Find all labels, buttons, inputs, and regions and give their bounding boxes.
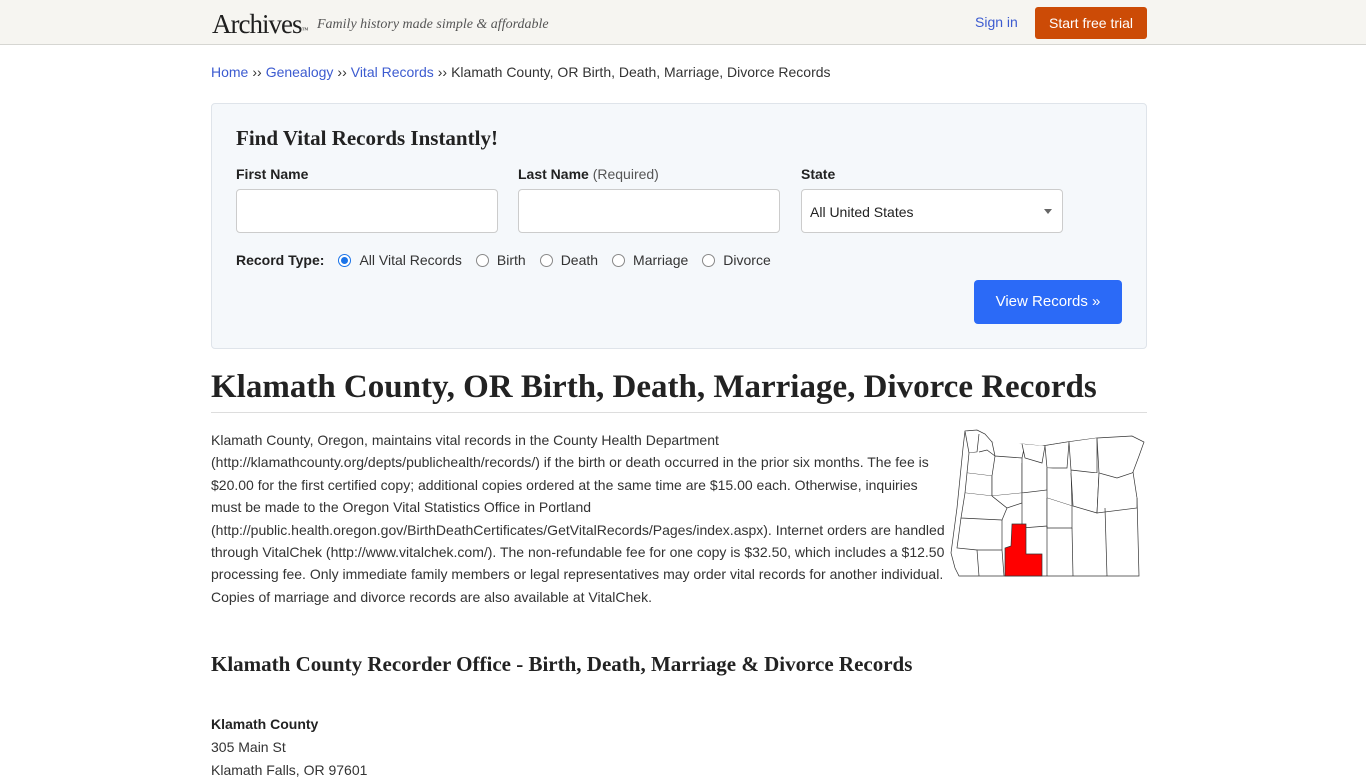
breadcrumb: Home ›› Genealogy ›› Vital Records ›› Klamath … [211, 64, 831, 80]
record-type-group: Record Type: All Vital Records Birth Dea… [236, 250, 785, 270]
radio-unchecked-icon[interactable] [475, 253, 489, 267]
search-form-title: Find Vital Records Instantly! [236, 126, 498, 150]
radio-label: Divorce [723, 252, 771, 268]
start-free-trial-button[interactable]: Start free trial [1035, 7, 1147, 39]
record-type-label: Record Type: [236, 252, 325, 268]
top-navbar: Archives™ Family history made simple & a… [0, 0, 1366, 45]
radio-unchecked-icon[interactable] [702, 253, 716, 267]
last-name-input[interactable] [518, 189, 780, 233]
chevron-down-icon [1044, 209, 1052, 214]
logo-text: Archives [212, 9, 302, 39]
radio-marriage[interactable]: Marriage [612, 252, 688, 268]
radio-unchecked-icon[interactable] [612, 253, 626, 267]
breadcrumb-home[interactable]: Home [211, 64, 248, 80]
intro-paragraph: Klamath County, Oregon, maintains vital … [211, 432, 945, 605]
breadcrumb-separator: ›› [337, 64, 347, 80]
page-title: Klamath County, OR Birth, Death, Marriag… [211, 368, 1147, 413]
archives-logo[interactable]: Archives™ [212, 9, 308, 39]
radio-birth[interactable]: Birth [475, 252, 526, 268]
last-name-label-text: Last Name [518, 166, 589, 182]
office-street: 305 Main St [211, 739, 286, 755]
radio-death[interactable]: Death [539, 252, 599, 268]
office-name: Klamath County [211, 716, 319, 732]
radio-label: Marriage [633, 252, 689, 268]
office-address: Klamath County 305 Main St Klamath Falls… [211, 713, 367, 782]
breadcrumb-genealogy[interactable]: Genealogy [266, 64, 334, 80]
state-selected-value: All United States [810, 204, 914, 220]
view-records-button[interactable]: View Records » [974, 280, 1122, 324]
trademark-mark: ™ [301, 26, 309, 34]
radio-label: Birth [496, 252, 526, 268]
office-city: Klamath Falls, OR 97601 [211, 762, 368, 778]
radio-checked-icon[interactable] [338, 253, 352, 267]
first-name-label: First Name [236, 166, 309, 182]
required-note: (Required) [592, 166, 659, 182]
breadcrumb-separator: ›› [437, 64, 448, 80]
tagline: Family history made simple & affordable [317, 17, 549, 32]
radio-label: Death [560, 252, 599, 268]
first-name-input[interactable] [236, 189, 498, 233]
breadcrumb-vital-records[interactable]: Vital Records [351, 64, 434, 80]
radio-label: All Vital Records [359, 252, 462, 268]
breadcrumb-separator: ›› [252, 64, 262, 80]
sign-in-link[interactable]: Sign in [975, 14, 1018, 30]
radio-unchecked-icon[interactable] [539, 253, 553, 267]
vital-records-search-form: Find Vital Records Instantly! First Name… [211, 103, 1147, 349]
radio-divorce[interactable]: Divorce [702, 252, 771, 268]
last-name-label: Last Name (Required) [518, 166, 659, 182]
oregon-county-map [950, 429, 1145, 577]
radio-all-vital-records[interactable]: All Vital Records [338, 252, 462, 268]
state-label: State [801, 166, 836, 182]
recorder-office-heading: Klamath County Recorder Office - Birth, … [211, 652, 913, 676]
state-select[interactable]: All United States [801, 189, 1063, 233]
breadcrumb-current: Klamath County, OR Birth, Death, Marriag… [451, 64, 831, 80]
